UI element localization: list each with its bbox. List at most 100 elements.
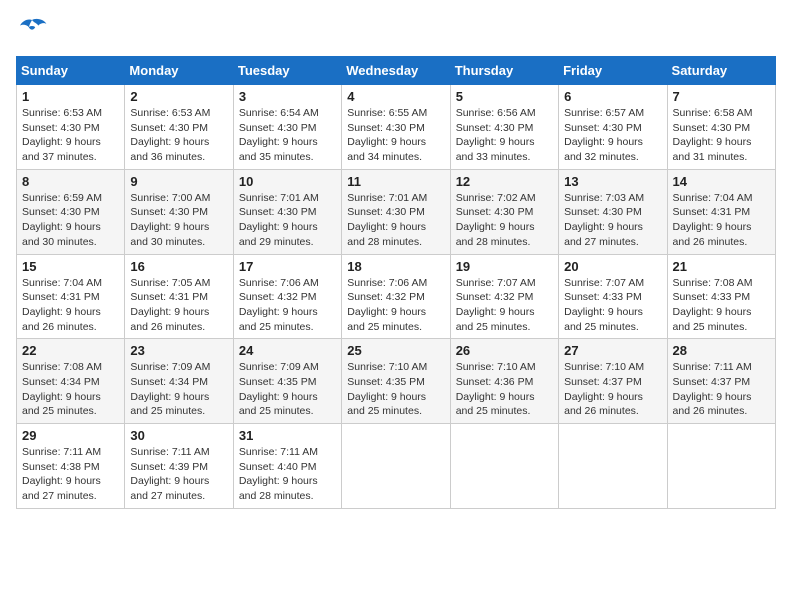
day-info: Sunrise: 6:57 AM Sunset: 4:30 PM Dayligh… — [564, 106, 661, 165]
day-info: Sunrise: 7:03 AM Sunset: 4:30 PM Dayligh… — [564, 191, 661, 250]
day-info: Sunrise: 7:02 AM Sunset: 4:30 PM Dayligh… — [456, 191, 553, 250]
day-number: 26 — [456, 343, 553, 358]
weekday-header: Thursday — [450, 57, 558, 85]
calendar-day-cell: 8 Sunrise: 6:59 AM Sunset: 4:30 PM Daylig… — [17, 169, 125, 254]
logo-icon — [16, 16, 48, 44]
day-info: Sunrise: 6:59 AM Sunset: 4:30 PM Dayligh… — [22, 191, 119, 250]
day-info: Sunrise: 7:00 AM Sunset: 4:30 PM Dayligh… — [130, 191, 227, 250]
day-number: 28 — [673, 343, 770, 358]
day-info: Sunrise: 6:58 AM Sunset: 4:30 PM Dayligh… — [673, 106, 770, 165]
calendar-day-cell: 23 Sunrise: 7:09 AM Sunset: 4:34 PM Dayli… — [125, 339, 233, 424]
day-number: 18 — [347, 259, 444, 274]
calendar-day-cell: 19 Sunrise: 7:07 AM Sunset: 4:32 PM Dayli… — [450, 254, 558, 339]
day-number: 23 — [130, 343, 227, 358]
day-info: Sunrise: 6:53 AM Sunset: 4:30 PM Dayligh… — [130, 106, 227, 165]
day-number: 24 — [239, 343, 336, 358]
day-number: 8 — [22, 174, 119, 189]
day-number: 12 — [456, 174, 553, 189]
day-info: Sunrise: 7:07 AM Sunset: 4:33 PM Dayligh… — [564, 276, 661, 335]
calendar-day-cell: 29 Sunrise: 7:11 AM Sunset: 4:38 PM Dayli… — [17, 424, 125, 509]
day-info: Sunrise: 7:11 AM Sunset: 4:39 PM Dayligh… — [130, 445, 227, 504]
calendar-day-cell: 14 Sunrise: 7:04 AM Sunset: 4:31 PM Dayli… — [667, 169, 775, 254]
day-number: 29 — [22, 428, 119, 443]
calendar-day-cell: 10 Sunrise: 7:01 AM Sunset: 4:30 PM Dayli… — [233, 169, 341, 254]
day-number: 11 — [347, 174, 444, 189]
day-number: 27 — [564, 343, 661, 358]
day-number: 4 — [347, 89, 444, 104]
day-info: Sunrise: 7:09 AM Sunset: 4:34 PM Dayligh… — [130, 360, 227, 419]
weekday-header: Monday — [125, 57, 233, 85]
day-number: 31 — [239, 428, 336, 443]
day-info: Sunrise: 7:09 AM Sunset: 4:35 PM Dayligh… — [239, 360, 336, 419]
calendar-day-cell: 1 Sunrise: 6:53 AM Sunset: 4:30 PM Daylig… — [17, 85, 125, 170]
calendar-day-cell: 18Sunrise: 7:06 AM Sunset: 4:32 PM Dayli… — [342, 254, 450, 339]
day-number: 9 — [130, 174, 227, 189]
calendar-day-cell — [559, 424, 667, 509]
calendar-day-cell: 4Sunrise: 6:55 AM Sunset: 4:30 PM Daylig… — [342, 85, 450, 170]
day-number: 1 — [22, 89, 119, 104]
calendar-day-cell: 6 Sunrise: 6:57 AM Sunset: 4:30 PM Daylig… — [559, 85, 667, 170]
calendar-day-cell: 16Sunrise: 7:05 AM Sunset: 4:31 PM Dayli… — [125, 254, 233, 339]
day-number: 6 — [564, 89, 661, 104]
calendar-day-cell: 31Sunrise: 7:11 AM Sunset: 4:40 PM Dayli… — [233, 424, 341, 509]
page-header — [16, 16, 776, 44]
day-info: Sunrise: 7:10 AM Sunset: 4:37 PM Dayligh… — [564, 360, 661, 419]
day-info: Sunrise: 7:01 AM Sunset: 4:30 PM Dayligh… — [239, 191, 336, 250]
day-info: Sunrise: 7:04 AM Sunset: 4:31 PM Dayligh… — [673, 191, 770, 250]
day-number: 5 — [456, 89, 553, 104]
day-number: 20 — [564, 259, 661, 274]
day-info: Sunrise: 7:04 AM Sunset: 4:31 PM Dayligh… — [22, 276, 119, 335]
calendar-day-cell — [450, 424, 558, 509]
day-info: Sunrise: 7:10 AM Sunset: 4:36 PM Dayligh… — [456, 360, 553, 419]
day-info: Sunrise: 7:11 AM Sunset: 4:38 PM Dayligh… — [22, 445, 119, 504]
calendar-day-cell: 21 Sunrise: 7:08 AM Sunset: 4:33 PM Dayli… — [667, 254, 775, 339]
day-number: 21 — [673, 259, 770, 274]
calendar-day-cell: 7Sunrise: 6:58 AM Sunset: 4:30 PM Daylig… — [667, 85, 775, 170]
day-info: Sunrise: 7:08 AM Sunset: 4:34 PM Dayligh… — [22, 360, 119, 419]
logo — [16, 16, 52, 44]
calendar-day-cell: 30 Sunrise: 7:11 AM Sunset: 4:39 PM Dayli… — [125, 424, 233, 509]
calendar-day-cell: 26 Sunrise: 7:10 AM Sunset: 4:36 PM Dayli… — [450, 339, 558, 424]
calendar-table: SundayMondayTuesdayWednesdayThursdayFrid… — [16, 56, 776, 509]
calendar-day-cell: 2Sunrise: 6:53 AM Sunset: 4:30 PM Daylig… — [125, 85, 233, 170]
day-info: Sunrise: 7:08 AM Sunset: 4:33 PM Dayligh… — [673, 276, 770, 335]
calendar-day-cell: 3Sunrise: 6:54 AM Sunset: 4:30 PM Daylig… — [233, 85, 341, 170]
weekday-header: Saturday — [667, 57, 775, 85]
calendar-day-cell: 27 Sunrise: 7:10 AM Sunset: 4:37 PM Dayli… — [559, 339, 667, 424]
weekday-header: Tuesday — [233, 57, 341, 85]
calendar-day-cell: 28 Sunrise: 7:11 AM Sunset: 4:37 PM Dayli… — [667, 339, 775, 424]
day-info: Sunrise: 7:06 AM Sunset: 4:32 PM Dayligh… — [239, 276, 336, 335]
day-info: Sunrise: 7:11 AM Sunset: 4:37 PM Dayligh… — [673, 360, 770, 419]
day-info: Sunrise: 7:01 AM Sunset: 4:30 PM Dayligh… — [347, 191, 444, 250]
day-number: 16 — [130, 259, 227, 274]
calendar-day-cell: 12 Sunrise: 7:02 AM Sunset: 4:30 PM Dayli… — [450, 169, 558, 254]
calendar-week-row: 22Sunrise: 7:08 AM Sunset: 4:34 PM Dayli… — [17, 339, 776, 424]
day-number: 15 — [22, 259, 119, 274]
weekday-header: Wednesday — [342, 57, 450, 85]
calendar-week-row: 8 Sunrise: 6:59 AM Sunset: 4:30 PM Daylig… — [17, 169, 776, 254]
day-info: Sunrise: 6:56 AM Sunset: 4:30 PM Dayligh… — [456, 106, 553, 165]
calendar-day-cell: 17 Sunrise: 7:06 AM Sunset: 4:32 PM Dayli… — [233, 254, 341, 339]
calendar-day-cell: 15 Sunrise: 7:04 AM Sunset: 4:31 PM Dayli… — [17, 254, 125, 339]
calendar-day-cell: 9 Sunrise: 7:00 AM Sunset: 4:30 PM Daylig… — [125, 169, 233, 254]
day-number: 30 — [130, 428, 227, 443]
weekday-header: Friday — [559, 57, 667, 85]
day-number: 10 — [239, 174, 336, 189]
day-number: 25 — [347, 343, 444, 358]
calendar-week-row: 29 Sunrise: 7:11 AM Sunset: 4:38 PM Dayli… — [17, 424, 776, 509]
day-number: 17 — [239, 259, 336, 274]
day-number: 19 — [456, 259, 553, 274]
day-number: 13 — [564, 174, 661, 189]
day-info: Sunrise: 7:07 AM Sunset: 4:32 PM Dayligh… — [456, 276, 553, 335]
day-info: Sunrise: 6:53 AM Sunset: 4:30 PM Dayligh… — [22, 106, 119, 165]
day-info: Sunrise: 6:54 AM Sunset: 4:30 PM Dayligh… — [239, 106, 336, 165]
calendar-day-cell — [667, 424, 775, 509]
calendar-day-cell: 13 Sunrise: 7:03 AM Sunset: 4:30 PM Dayli… — [559, 169, 667, 254]
day-number: 14 — [673, 174, 770, 189]
weekday-header: Sunday — [17, 57, 125, 85]
calendar-day-cell — [342, 424, 450, 509]
calendar-day-cell: 11 Sunrise: 7:01 AM Sunset: 4:30 PM Dayli… — [342, 169, 450, 254]
calendar-day-cell: 5 Sunrise: 6:56 AM Sunset: 4:30 PM Daylig… — [450, 85, 558, 170]
calendar-week-row: 1 Sunrise: 6:53 AM Sunset: 4:30 PM Daylig… — [17, 85, 776, 170]
calendar-day-cell: 24 Sunrise: 7:09 AM Sunset: 4:35 PM Dayli… — [233, 339, 341, 424]
